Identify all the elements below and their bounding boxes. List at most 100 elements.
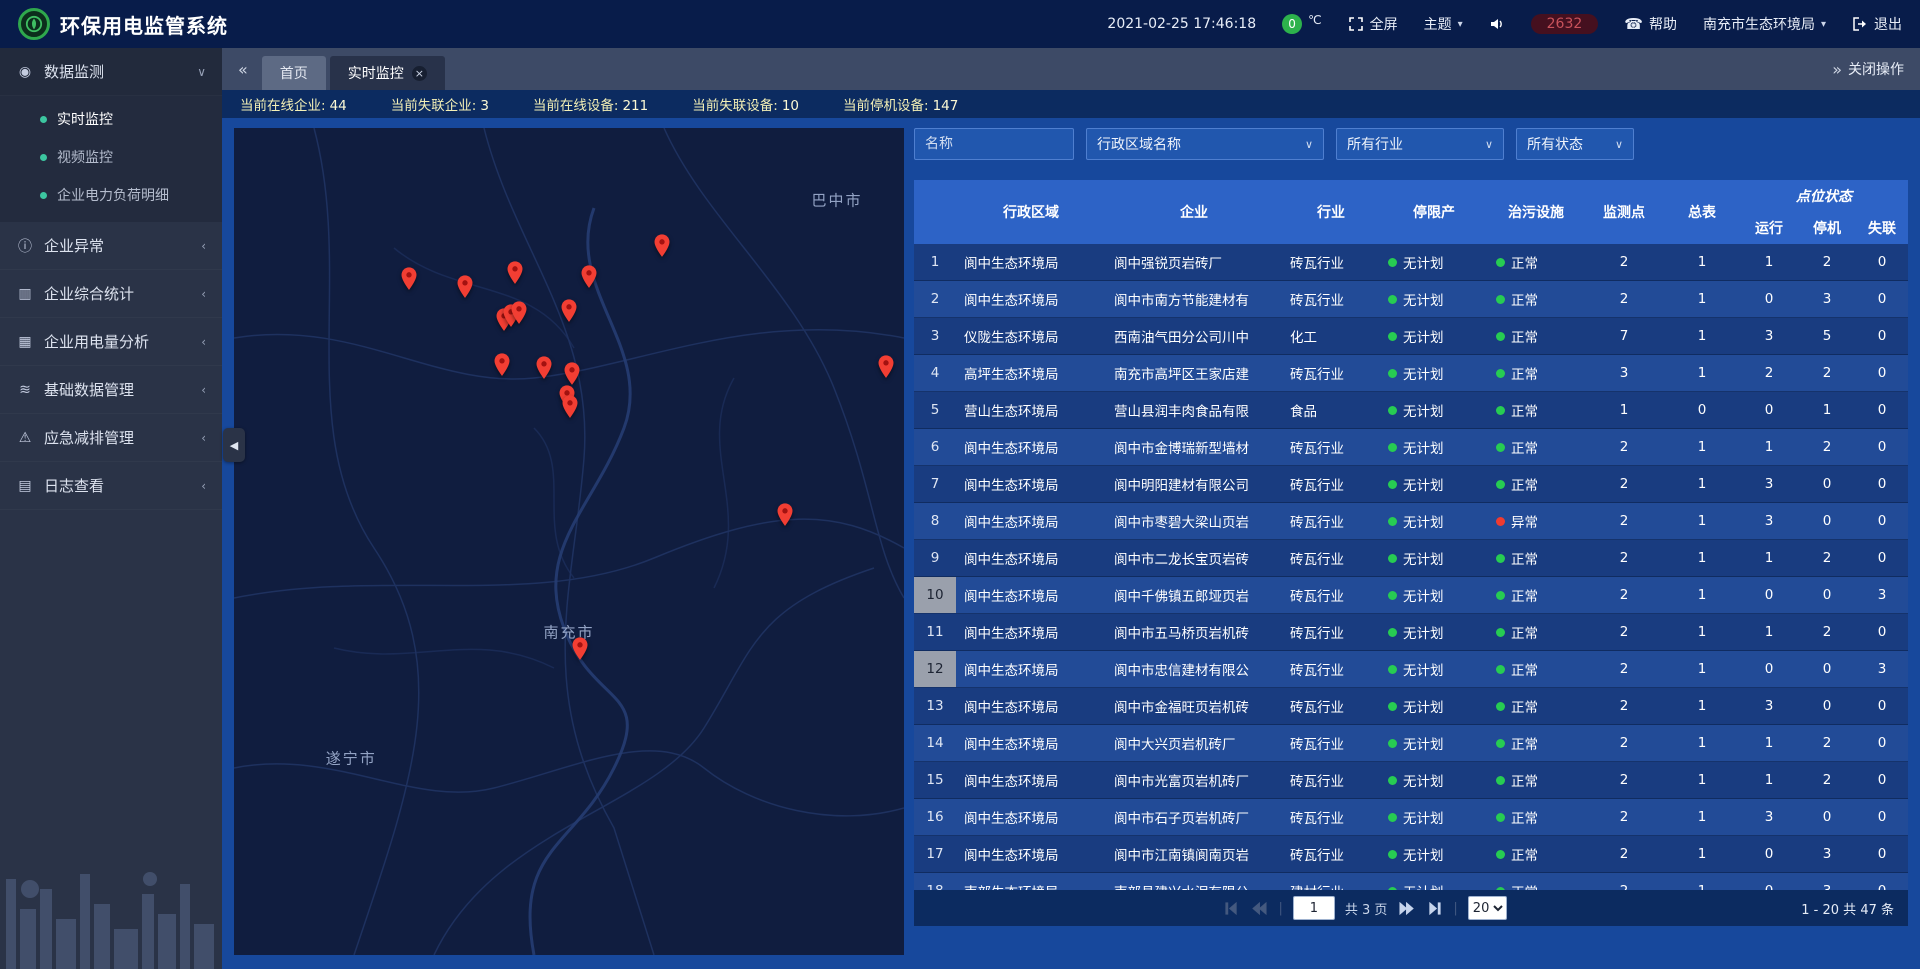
table-row[interactable]: 11阆中生态环境局阆中市五马桥页岩机砖砖瓦行业无计划正常21120 [914, 614, 1908, 651]
map-pin-icon[interactable] [652, 233, 672, 259]
org-dropdown[interactable]: 南充市生态环境局 ▾ [1703, 14, 1826, 34]
close-icon[interactable]: × [412, 66, 427, 81]
sidebar-item-enterprise-statistics[interactable]: ▥企业综合统计‹ [0, 270, 222, 318]
table-row[interactable]: 8阆中生态环境局阆中市枣碧大梁山页岩砖瓦行业无计划异常21300 [914, 503, 1908, 540]
region-select[interactable]: 行政区域名称 ∨ [1086, 128, 1324, 160]
column-header: 治污设施 [1488, 180, 1584, 244]
map-pin-icon[interactable] [455, 274, 475, 300]
table-row[interactable]: 12阆中生态环境局阆中市忠信建材有限公砖瓦行业无计划正常21003 [914, 651, 1908, 688]
alarm-count-badge[interactable]: 2632 [1531, 14, 1599, 34]
map-city-label: 巴中市 [811, 189, 862, 210]
status-select[interactable]: 所有状态 ∨ [1516, 128, 1634, 160]
cell-points: 2 [1584, 244, 1664, 280]
page-size-select[interactable]: 20 [1468, 896, 1507, 920]
sidebar-item-video-monitoring[interactable]: 视频监控 [0, 138, 222, 176]
app-header: 环保用电监管系统 2021-02-25 17:46:18 0 ℃ 全屏 主题 ▾… [0, 0, 1920, 48]
table-row[interactable]: 5营山生态环境局营山县润丰肉食品有限食品无计划正常10010 [914, 392, 1908, 429]
next-page-icon[interactable] [1397, 899, 1415, 917]
table-row[interactable]: 1阆中生态环境局阆中强锐页岩砖厂砖瓦行业无计划正常21120 [914, 244, 1908, 281]
alert-icon: ⚠ [16, 430, 34, 446]
tab-首页[interactable]: 首页 [262, 56, 326, 90]
help-button[interactable]: ☎ 帮助 [1624, 14, 1677, 34]
map-pin-icon[interactable] [876, 354, 896, 380]
logout-button[interactable]: 退出 [1852, 14, 1902, 34]
cell-stop: 2 [1798, 762, 1856, 798]
status-dot-icon [1388, 369, 1397, 378]
stat-label: 当前失联设备: [692, 98, 778, 114]
table-row[interactable]: 14阆中生态环境局阆中大兴页岩机砖厂砖瓦行业无计划正常21120 [914, 725, 1908, 762]
cell-meters: 1 [1664, 429, 1740, 465]
fullscreen-button[interactable]: 全屏 [1348, 14, 1398, 34]
cell-region: 阆中生态环境局 [956, 614, 1106, 650]
divider: | [1453, 901, 1457, 916]
map-pin-icon[interactable] [492, 352, 512, 378]
cell-meters: 1 [1664, 688, 1740, 724]
sidebar-item-power-usage-analysis[interactable]: ▦企业用电量分析‹ [0, 318, 222, 366]
sidebar-item-data-monitoring[interactable]: ◉数据监测∨ [0, 48, 222, 96]
prev-page-icon[interactable] [1250, 899, 1268, 917]
name-filter-input[interactable] [925, 129, 1063, 159]
map-pin-icon[interactable] [775, 502, 795, 528]
tabs-scroll-left-icon[interactable]: « [232, 60, 254, 79]
table-row[interactable]: 13阆中生态环境局阆中市金福旺页岩机砖砖瓦行业无计划正常21300 [914, 688, 1908, 725]
sidebar-item-emergency-reduction[interactable]: ⚠应急减排管理‹ [0, 414, 222, 462]
table-row[interactable]: 6阆中生态环境局阆中市金博瑞新型墙材砖瓦行业无计划正常21120 [914, 429, 1908, 466]
cell-region: 阆中生态环境局 [956, 836, 1106, 872]
sidebar-item-log-view[interactable]: ▤日志查看‹ [0, 462, 222, 510]
map-collapse-button[interactable]: ◀ [223, 428, 245, 462]
cell-industry: 食品 [1282, 392, 1380, 428]
table-row[interactable]: 18南部生态环境局南部县建兴水泥有限公建材行业无计划正常21030 [914, 873, 1908, 890]
map-pin-icon[interactable] [570, 636, 590, 662]
cell-company: 阆中市光富页岩机砖厂 [1106, 762, 1282, 798]
map-panel[interactable]: 巴中市南充市遂宁市 ◀ [234, 128, 904, 955]
map-pin-icon[interactable] [505, 260, 525, 286]
cell-index: 14 [914, 725, 956, 761]
map-pin-icon[interactable] [562, 361, 582, 387]
sidebar-subitem-label: 实时监控 [57, 109, 113, 129]
map-pin-icon[interactable] [559, 298, 579, 324]
cell-industry: 砖瓦行业 [1282, 577, 1380, 613]
sidebar-item-power-load-detail[interactable]: 企业电力负荷明细 [0, 176, 222, 214]
table-row[interactable]: 10阆中生态环境局阆中千佛镇五郎垭页岩砖瓦行业无计划正常21003 [914, 577, 1908, 614]
stat-item: 当前在线设备:211 [533, 94, 648, 114]
map-pin-icon[interactable] [534, 355, 554, 381]
cell-lost: 0 [1856, 281, 1908, 317]
table-row[interactable]: 15阆中生态环境局阆中市光富页岩机砖厂砖瓦行业无计划正常21120 [914, 762, 1908, 799]
tab-实时监控[interactable]: 实时监控× [330, 56, 445, 90]
status-dot-icon [1388, 702, 1397, 711]
cell-meters: 0 [1664, 392, 1740, 428]
table-row[interactable]: 17阆中生态环境局阆中市江南镇阆南页岩砖瓦行业无计划正常21030 [914, 836, 1908, 873]
cell-company: 阆中市枣碧大梁山页岩 [1106, 503, 1282, 539]
last-page-icon[interactable] [1425, 899, 1443, 917]
table-row[interactable]: 3仪陇生态环境局西南油气田分公司川中化工无计划正常71350 [914, 318, 1908, 355]
cell-lost: 0 [1856, 873, 1908, 890]
chevron-left-icon: ◀ [230, 439, 238, 452]
table-row[interactable]: 7阆中生态环境局阆中明阳建材有限公司砖瓦行业无计划正常21300 [914, 466, 1908, 503]
database-icon: ≋ [16, 382, 34, 398]
stat-label: 当前停机设备: [843, 98, 929, 114]
cell-region: 阆中生态环境局 [956, 540, 1106, 576]
sidebar-item-realtime-monitoring[interactable]: 实时监控 [0, 100, 222, 138]
cell-points: 3 [1584, 355, 1664, 391]
industry-select[interactable]: 所有行业 ∨ [1336, 128, 1504, 160]
first-page-icon[interactable] [1222, 899, 1240, 917]
theme-label: 主题 [1424, 14, 1452, 34]
alarm-sound-button[interactable] [1489, 16, 1505, 32]
table-row[interactable]: 2阆中生态环境局阆中市南方节能建材有砖瓦行业无计划正常21030 [914, 281, 1908, 318]
cell-run: 1 [1740, 429, 1798, 465]
page-number-input[interactable] [1293, 896, 1335, 920]
table-row[interactable]: 9阆中生态环境局阆中市二龙长宝页岩砖砖瓦行业无计划正常21120 [914, 540, 1908, 577]
cell-lost: 0 [1856, 392, 1908, 428]
map-pin-icon[interactable] [560, 394, 580, 420]
sidebar-item-enterprise-anomaly[interactable]: ⓘ企业异常‹ [0, 222, 222, 270]
close-operations-button[interactable]: » 关闭操作 [1832, 59, 1910, 79]
table-row[interactable]: 4高坪生态环境局南充市高坪区王家店建砖瓦行业无计划正常31220 [914, 355, 1908, 392]
map-pin-icon[interactable] [399, 266, 419, 292]
theme-dropdown[interactable]: 主题 ▾ [1424, 14, 1463, 34]
sidebar-item-base-data-management[interactable]: ≋基础数据管理‹ [0, 366, 222, 414]
row-number: 1 [914, 244, 956, 280]
map-pin-icon[interactable] [509, 300, 529, 326]
table-row[interactable]: 16阆中生态环境局阆中市石子页岩机砖厂砖瓦行业无计划正常21300 [914, 799, 1908, 836]
map-pin-icon[interactable] [579, 264, 599, 290]
name-filter-field[interactable] [914, 128, 1074, 160]
